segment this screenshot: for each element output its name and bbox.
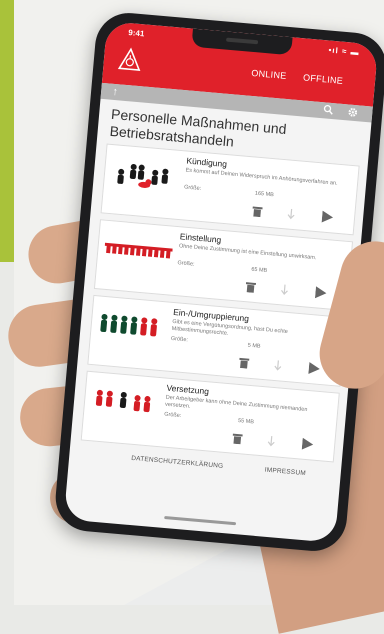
play-button[interactable] <box>300 437 315 452</box>
size-value: 5 MB <box>247 343 260 350</box>
play-button[interactable] <box>313 285 328 300</box>
play-icon <box>301 438 313 451</box>
pawn-figures-image <box>103 231 174 271</box>
size-label: Größe: <box>164 412 182 419</box>
item-title: Kündigung <box>186 156 227 170</box>
delete-button[interactable] <box>230 430 245 445</box>
trash-icon <box>252 205 263 217</box>
trash-icon <box>239 356 250 368</box>
privacy-link[interactable]: DATENSCHUTZERKLÄRUNG <box>131 455 224 470</box>
online-tab[interactable]: ONLINE <box>251 68 287 81</box>
pawn-figures-image <box>90 382 161 422</box>
arrow-up-icon[interactable]: ↑ <box>109 86 122 99</box>
pawn-figures-image <box>110 155 181 195</box>
impressum-link[interactable]: IMPRESSUM <box>264 467 306 478</box>
item-description: Es kommt auf Deinen Widerspruch im Anhör… <box>185 168 350 189</box>
size-label: Größe: <box>171 336 189 343</box>
offline-tab[interactable]: OFFLINE <box>303 72 344 85</box>
gear-icon[interactable] <box>346 106 359 119</box>
download-button[interactable] <box>264 433 279 448</box>
download-button[interactable] <box>277 282 292 297</box>
size-value: 65 MB <box>251 267 267 274</box>
size-value: 165 MB <box>255 191 274 199</box>
item-size: Größe: 65 MB <box>177 260 267 274</box>
background-accent <box>0 0 14 262</box>
list-item-einstellung[interactable]: Einstellung Ohne Deine Zustimmung ist ei… <box>94 219 353 311</box>
search-icon[interactable] <box>322 104 335 117</box>
play-icon <box>308 362 320 375</box>
play-button[interactable] <box>306 361 321 376</box>
list-item-eingruppierung[interactable]: Ein-/Umgruppierung Gibt es eine Vergütun… <box>87 295 346 387</box>
download-icon <box>272 359 283 371</box>
delete-button[interactable] <box>243 279 258 294</box>
list-item-versetzung[interactable]: Versetzung Der Arbeitgeber kann ohne Dei… <box>81 371 340 463</box>
trash-icon <box>232 432 243 444</box>
size-label: Größe: <box>177 260 195 267</box>
play-icon <box>321 211 333 224</box>
item-size: Größe: 165 MB <box>184 184 274 198</box>
size-value: 55 MB <box>238 418 254 425</box>
delete-button[interactable] <box>237 355 252 370</box>
play-icon <box>314 286 326 299</box>
download-button[interactable] <box>284 206 299 221</box>
status-time: 9:41 <box>128 28 145 38</box>
phone-screen: 9:41 •ıl ≈ ▬ ONLINE OFFLINE ↑ Personelle… <box>64 21 379 543</box>
pawn-figures-image <box>96 306 167 346</box>
download-button[interactable] <box>270 358 285 373</box>
size-label: Größe: <box>184 184 202 191</box>
phone: 9:41 •ıl ≈ ▬ ONLINE OFFLINE ↑ Personelle… <box>53 10 384 553</box>
status-icons: •ıl ≈ ▬ <box>328 46 360 58</box>
download-icon <box>266 435 277 447</box>
download-icon <box>286 208 297 220</box>
item-description: Ohne Deine Zustimmung ist eine Einstellu… <box>179 243 344 264</box>
download-icon <box>279 284 290 296</box>
delete-button[interactable] <box>250 203 265 218</box>
trash-icon <box>245 281 256 293</box>
home-indicator <box>164 516 236 525</box>
union-logo-icon <box>117 46 143 72</box>
speaker <box>226 38 258 45</box>
play-button[interactable] <box>319 209 334 224</box>
